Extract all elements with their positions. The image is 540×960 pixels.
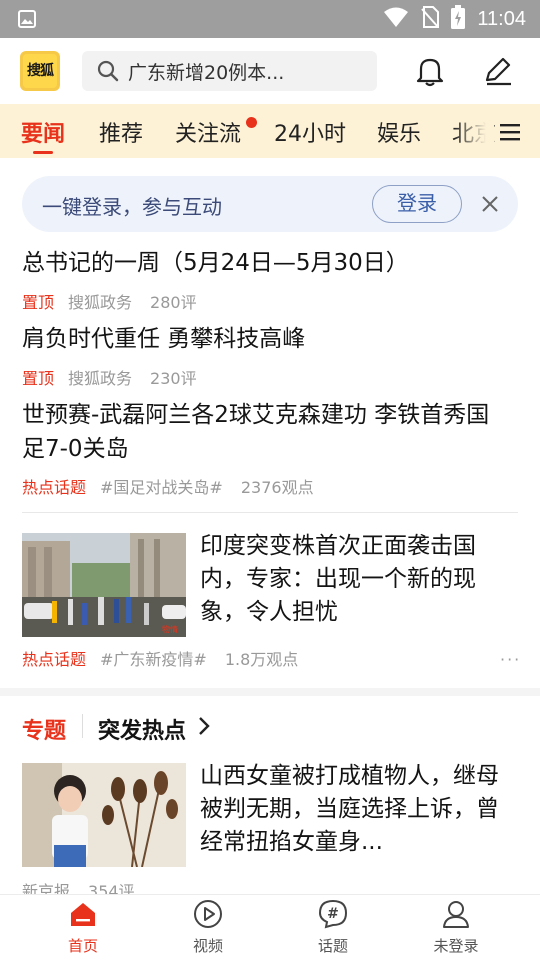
tab-entertainment[interactable]: 娱乐 bbox=[377, 116, 421, 148]
bottom-navigation: 首页 视频 # 话题 未登录 bbox=[0, 894, 540, 960]
login-prompt: 一键登录，参与互动 bbox=[42, 195, 222, 219]
status-bar: 11:04 bbox=[0, 0, 540, 38]
clock: 11:04 bbox=[477, 7, 526, 30]
topic-section-label: 专题 bbox=[22, 719, 67, 744]
search-icon bbox=[96, 59, 120, 88]
news-meta: 热点话题 #国足对战关岛# 2376观点 bbox=[22, 474, 314, 498]
divider bbox=[22, 512, 518, 513]
bell-icon[interactable] bbox=[415, 55, 445, 91]
image-watermark: 物情 bbox=[162, 624, 178, 634]
login-banner: 一键登录，参与互动 登录 bbox=[22, 176, 518, 232]
chevron-right-icon[interactable] bbox=[198, 716, 210, 740]
comment-count: 230评 bbox=[150, 369, 197, 388]
app-header: 搜狐 广东新增20例本... bbox=[0, 38, 540, 104]
svg-text:#: # bbox=[327, 906, 339, 922]
tab-recommend[interactable]: 推荐 bbox=[99, 116, 143, 148]
topic-hashtag[interactable]: #广东新疫情# bbox=[100, 650, 207, 669]
news-source: 搜狐政务 bbox=[68, 293, 133, 312]
news-thumbnail[interactable] bbox=[22, 763, 186, 867]
channel-tabs: 要闻 推荐 关注流 24小时 娱乐 北京 bbox=[0, 104, 540, 158]
nav-home[interactable]: 首页 bbox=[43, 899, 123, 956]
active-tab-indicator bbox=[33, 151, 53, 154]
section-separator bbox=[0, 688, 540, 696]
news-meta: 置顶 搜狐政务 280评 bbox=[22, 289, 197, 313]
news-meta: 热点话题 #广东新疫情# 1.8万观点 bbox=[22, 646, 298, 670]
close-icon[interactable] bbox=[480, 194, 500, 218]
sohu-logo[interactable]: 搜狐 bbox=[20, 51, 60, 91]
search-hint: 广东新增20例本... bbox=[128, 61, 285, 84]
view-count: 2376观点 bbox=[240, 478, 314, 497]
nav-topic[interactable]: # 话题 bbox=[293, 899, 373, 956]
search-bar[interactable]: 广东新增20例本... bbox=[82, 51, 377, 91]
news-title[interactable]: 肩负时代重任 勇攀科技高峰 bbox=[22, 322, 522, 356]
nav-label: 话题 bbox=[317, 937, 348, 955]
topic-section-title[interactable]: 突发热点 bbox=[98, 713, 186, 745]
news-title[interactable]: 世预赛-武磊阿兰各2球艾克森建功 李铁首秀国足7-0关岛 bbox=[22, 398, 512, 466]
tab-headlines[interactable]: 要闻 bbox=[21, 116, 65, 148]
view-count: 1.8万观点 bbox=[224, 650, 299, 669]
nav-label: 未登录 bbox=[433, 937, 479, 955]
nav-label: 视频 bbox=[192, 937, 223, 955]
news-thumbnail[interactable]: 物情 bbox=[22, 533, 186, 637]
news-title[interactable]: 总书记的一周（5月24日—5月30日） bbox=[22, 246, 522, 280]
login-button[interactable]: 登录 bbox=[372, 185, 462, 223]
wifi-icon bbox=[383, 6, 409, 32]
gallery-notification-icon bbox=[18, 10, 36, 32]
battery-charging-icon bbox=[451, 5, 466, 33]
tab-24h[interactable]: 24小时 bbox=[274, 116, 346, 148]
new-content-dot bbox=[246, 117, 257, 128]
hot-topic-tag: 热点话题 bbox=[22, 478, 87, 497]
logo-text: 搜狐 bbox=[23, 54, 57, 88]
nav-label: 首页 bbox=[67, 937, 98, 955]
no-sim-icon bbox=[421, 6, 440, 32]
edit-icon[interactable] bbox=[482, 55, 514, 91]
video-play-icon bbox=[193, 900, 223, 933]
home-icon bbox=[68, 903, 98, 933]
topic-hashtag[interactable]: #国足对战关岛# bbox=[100, 478, 223, 497]
comment-count: 280评 bbox=[150, 293, 197, 312]
pinned-tag: 置顶 bbox=[22, 293, 55, 312]
news-source: 搜狐政务 bbox=[68, 369, 133, 388]
more-options-icon[interactable]: ··· bbox=[500, 650, 521, 669]
news-meta: 置顶 搜狐政务 230评 bbox=[22, 365, 197, 389]
channel-menu-icon[interactable] bbox=[500, 123, 520, 145]
nav-video[interactable]: 视频 bbox=[168, 899, 248, 956]
hot-topic-tag: 热点话题 bbox=[22, 650, 87, 669]
user-icon bbox=[441, 901, 471, 933]
news-title[interactable]: 印度突变株首次正面袭击国内，专家：出现一个新的现象，令人担忧 bbox=[200, 530, 505, 629]
topic-hash-icon: # bbox=[318, 899, 348, 933]
nav-profile[interactable]: 未登录 bbox=[416, 899, 496, 956]
tab-following[interactable]: 关注流 bbox=[175, 116, 241, 148]
news-title[interactable]: 山西女童被打成植物人，继母被判无期，当庭选择上诉，曾经常扭掐女童身... bbox=[200, 760, 505, 859]
pinned-tag: 置顶 bbox=[22, 369, 55, 388]
